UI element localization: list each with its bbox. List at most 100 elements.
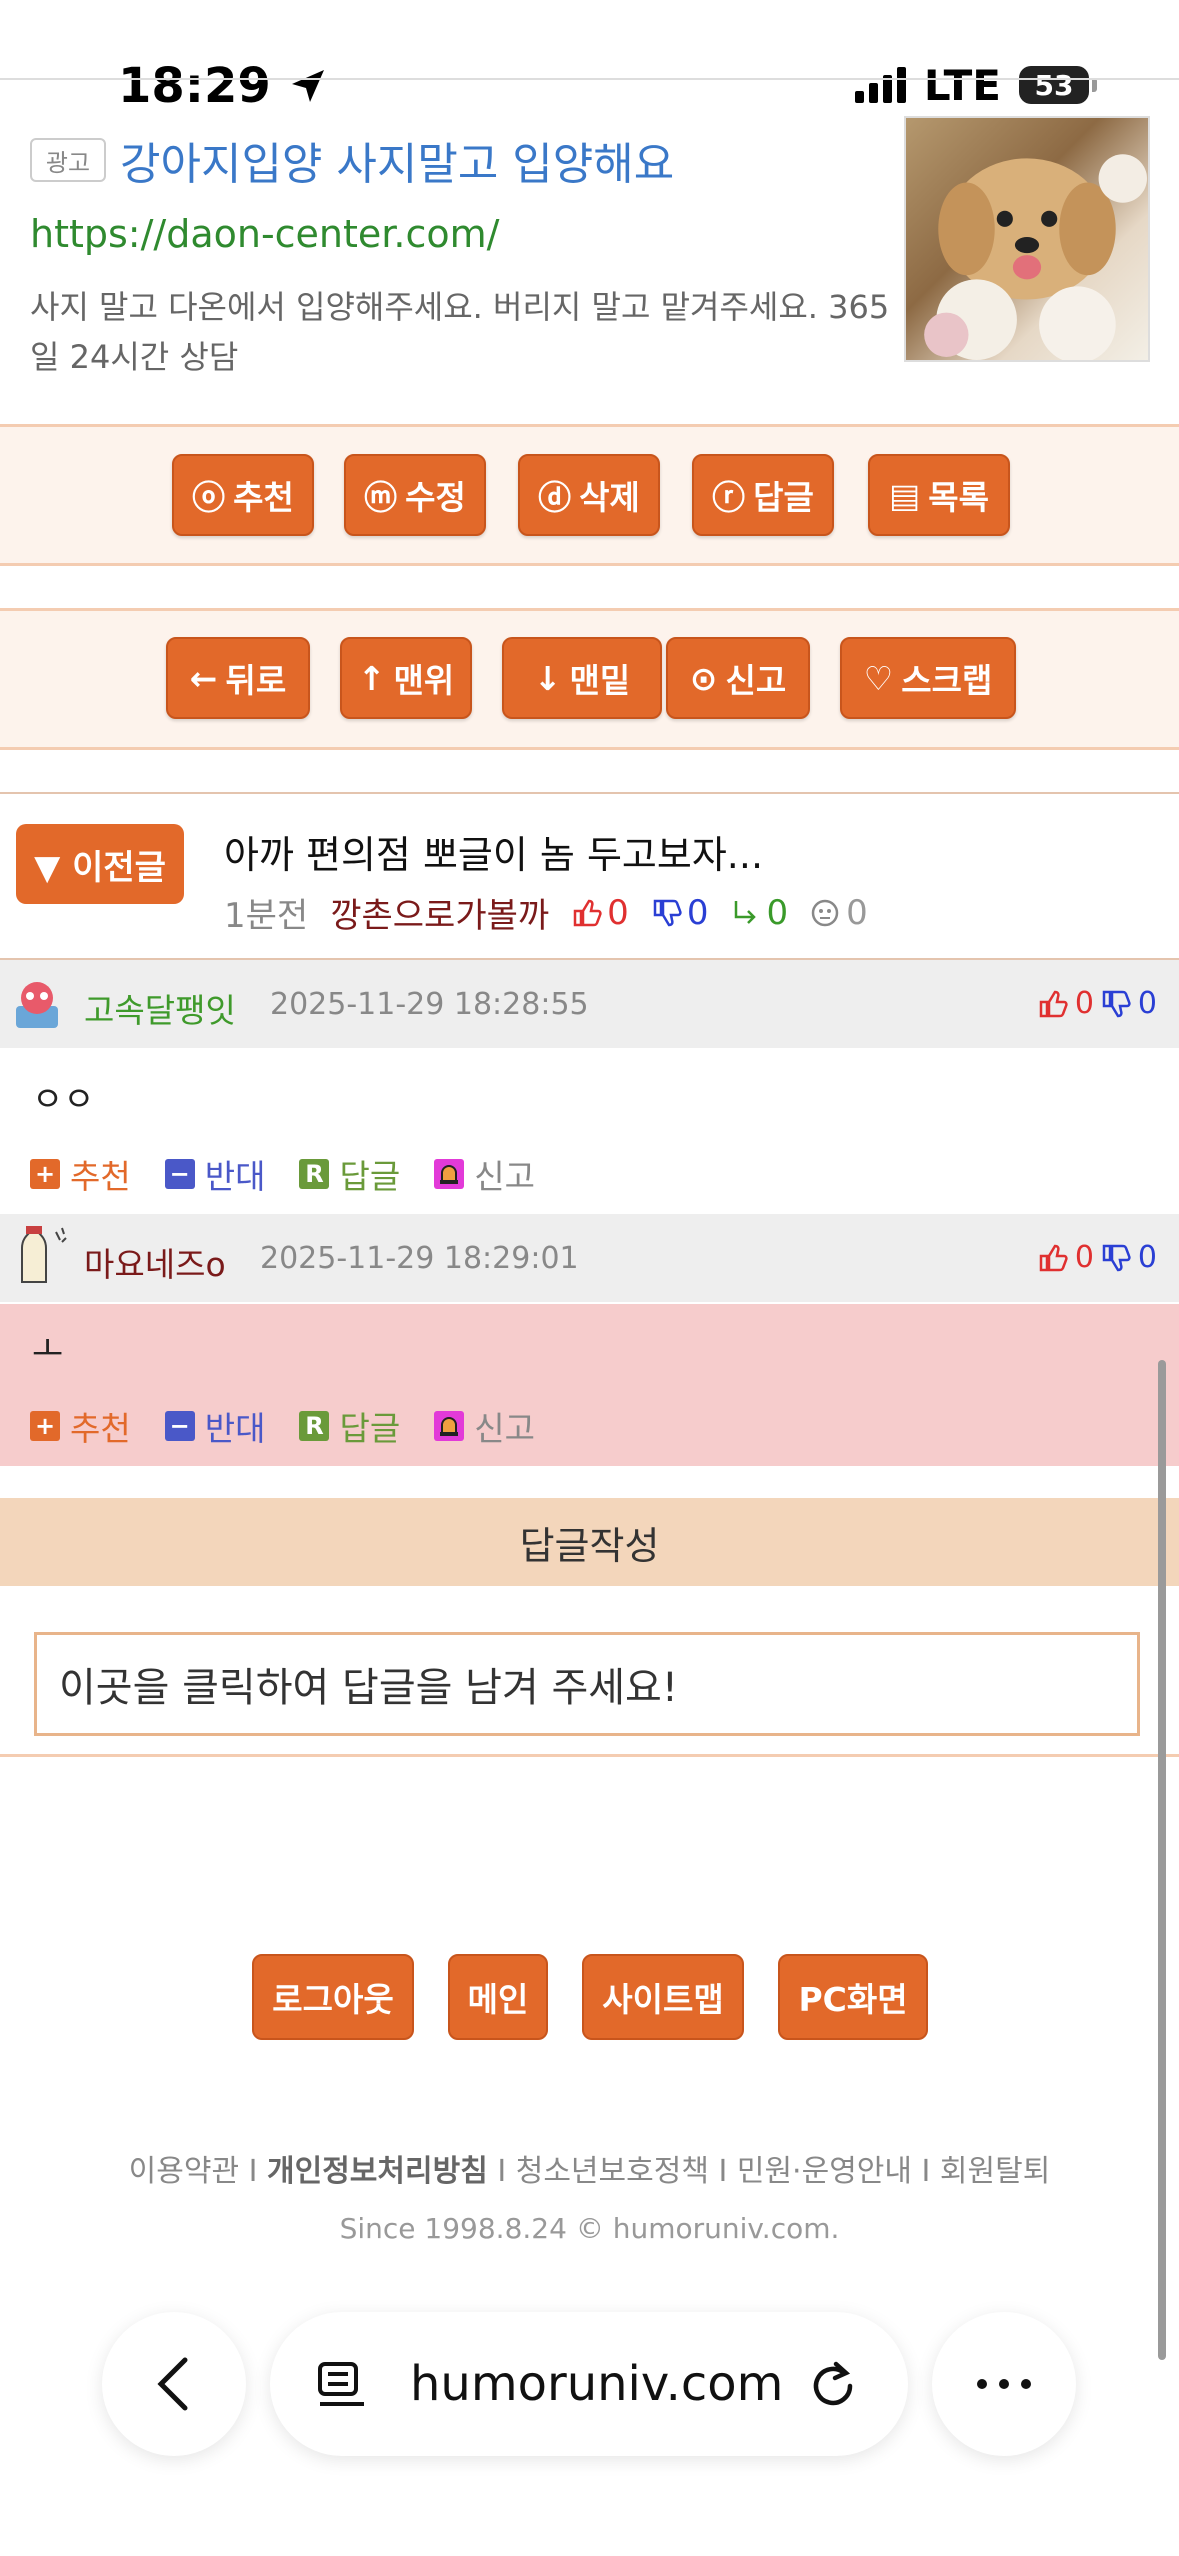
comment-date: 2025-11-29 18:28:55	[270, 987, 589, 1022]
ad-badge: 광고	[30, 138, 106, 182]
ad-url-link[interactable]: https://daon-center.com/	[30, 212, 499, 256]
post-action-button-2[interactable]: ⓓ 삭제	[518, 454, 660, 536]
oppose-button[interactable]: − 반대	[164, 1150, 265, 1198]
terms-link[interactable]: 이용약관	[129, 2154, 239, 2189]
nav-action-label-1: 맨위	[393, 661, 455, 700]
youth-link[interactable]: 청소년보호정책	[516, 2154, 709, 2189]
prev-post-up-count: 0	[607, 892, 629, 933]
reply-button[interactable]: R 답글	[299, 1402, 400, 1450]
comment-actions: + 추천 − 반대 R 답글 신고	[30, 1150, 569, 1198]
nav-action-button-3[interactable]: ⊙ 신고	[666, 637, 810, 719]
sitemap-button[interactable]: 사이트맵	[582, 1954, 744, 2040]
nav-action-icon-1: ↑	[357, 658, 386, 698]
thumbs-down-icon[interactable]	[1100, 988, 1132, 1020]
post-action-button-0[interactable]: ⓞ 추천	[172, 454, 314, 536]
nav-action-button-2[interactable]: ↓ 맨밑	[502, 637, 662, 719]
siren-icon	[434, 1411, 465, 1441]
nav-action-button-0[interactable]: ← 뒤로	[166, 637, 310, 719]
prev-post-author[interactable]: 깡촌으로가볼까	[330, 888, 549, 937]
nav-action-button-1[interactable]: ↑ 맨위	[340, 637, 472, 719]
comment-author[interactable]: 마요네즈o	[84, 1238, 226, 1286]
address-bar[interactable]: humoruniv.com	[270, 2312, 908, 2456]
more-button[interactable]	[932, 2312, 1076, 2456]
prev-post-view-count: 0	[846, 892, 868, 933]
oppose-button[interactable]: − 반대	[164, 1402, 265, 1450]
ad-title-link[interactable]: 강아지입양 사지말고 입양해요	[120, 128, 674, 192]
nav-action-icon-3: ⊙	[689, 658, 718, 698]
logout-button[interactable]: 로그아웃	[252, 1954, 414, 2040]
battery-icon: 53	[1019, 66, 1097, 104]
reply-input[interactable]: 이곳을 클릭하여 답글을 남겨 주세요!	[34, 1632, 1140, 1736]
main-button[interactable]: 메인	[448, 1954, 548, 2040]
recommend-button[interactable]: + 추천	[30, 1402, 131, 1450]
post-action-icon-2: ⓓ	[538, 478, 572, 517]
top-divider	[0, 78, 1179, 80]
reply-arrow-icon	[735, 900, 757, 924]
status-indicators: LTE 53	[854, 60, 1097, 110]
pc-view-button[interactable]: PC화면	[778, 1954, 928, 2040]
nav-action-label-2: 맨밑	[569, 661, 631, 700]
nav-action-label-3: 신고	[725, 661, 787, 700]
address-domain[interactable]: humoruniv.com	[410, 2356, 783, 2412]
comment-date: 2025-11-29 18:29:01	[260, 1241, 579, 1276]
post-action-label-0: 추천	[233, 478, 294, 517]
page-menu-icon[interactable]	[316, 2358, 370, 2412]
comment-down-count: 0	[1137, 986, 1157, 1021]
nav-action-icon-0: ←	[189, 658, 218, 698]
prev-post-meta: 1분전 깡촌으로가볼까 0 0 0 0	[224, 888, 868, 937]
ad-puppy-image[interactable]	[904, 116, 1150, 364]
comment-up-count: 0	[1074, 986, 1094, 1021]
support-link[interactable]: 민원·운영안내	[737, 2154, 912, 2189]
recommend-button[interactable]: + 추천	[30, 1150, 131, 1198]
comment-votes: 0 0	[1037, 986, 1157, 1021]
nav-action-label-4: 스크랩	[901, 661, 993, 700]
signal-icon	[854, 67, 906, 103]
nav-action-icon-4: ♡	[863, 658, 894, 698]
comment-author[interactable]: 고속달팽잇	[84, 984, 236, 1032]
plus-icon: +	[30, 1159, 60, 1189]
comment-up-count: 0	[1074, 1240, 1094, 1275]
report-button[interactable]: 신고	[434, 1402, 535, 1450]
back-button[interactable]	[102, 2312, 246, 2456]
thumbs-down-icon[interactable]	[1100, 1242, 1132, 1274]
ad-description: 사지 말고 다온에서 입양해주세요. 버리지 말고 맡겨주세요. 365일 24…	[30, 288, 890, 376]
more-dots-icon	[977, 2379, 1031, 2389]
nav-action-button-4[interactable]: ♡ 스크랩	[840, 637, 1016, 719]
post-action-label-1: 수정	[405, 478, 466, 517]
scrollbar[interactable]	[1158, 1360, 1166, 2360]
siren-icon	[434, 1159, 465, 1189]
mayonnaise-avatar-icon	[21, 1226, 67, 1283]
comment-actions: + 추천 − 반대 R 답글 신고	[30, 1402, 569, 1450]
nav-action-icon-2: ↓	[533, 658, 562, 698]
post-action-label-2: 삭제	[579, 478, 640, 517]
reply-button[interactable]: R 답글	[299, 1150, 400, 1198]
comment-votes: 0 0	[1037, 1240, 1157, 1275]
thumbs-up-icon[interactable]	[1037, 988, 1069, 1020]
carrier-label: LTE	[923, 60, 1001, 110]
prev-post-reply-count: 0	[766, 892, 789, 933]
privacy-link[interactable]: 개인정보처리방침	[267, 2154, 488, 2189]
comment-body: ㅇㅇ	[32, 1080, 95, 1120]
prev-post-down-count: 0	[686, 892, 709, 933]
minus-icon: −	[164, 1159, 195, 1189]
post-action-icon-1: ⓜ	[364, 478, 398, 517]
withdraw-link[interactable]: 회원탈퇴	[940, 2154, 1050, 2189]
footer-links: 이용약관 I 개인정보처리방침 I 청소년보호정책 I 민원·운영안내 I 회원…	[128, 2154, 1051, 2189]
post-action-icon-3: ⓡ	[712, 478, 746, 517]
post-action-icon-0: ⓞ	[192, 478, 226, 517]
status-time: 18:29	[118, 58, 328, 114]
views-face-icon	[811, 899, 839, 926]
prev-post-title[interactable]: 아까 편의점 뽀글이 놈 두고보자...	[224, 824, 763, 879]
thumbs-up-icon[interactable]	[1037, 1242, 1069, 1274]
divider	[0, 792, 1179, 794]
post-action-button-3[interactable]: ⓡ 답글	[692, 454, 834, 536]
reload-icon[interactable]	[806, 2358, 860, 2412]
report-button[interactable]: 신고	[434, 1150, 535, 1198]
divider	[0, 1754, 1179, 1757]
user-avatar-icon	[16, 982, 58, 1028]
prev-post-button[interactable]: ▼ 이전글	[16, 824, 184, 904]
comment-body: ㅗ	[32, 1330, 64, 1370]
post-action-button-1[interactable]: ⓜ 수정	[344, 454, 486, 536]
location-arrow-icon	[291, 70, 324, 102]
post-action-button-4[interactable]: ▤ 목록	[868, 454, 1010, 536]
